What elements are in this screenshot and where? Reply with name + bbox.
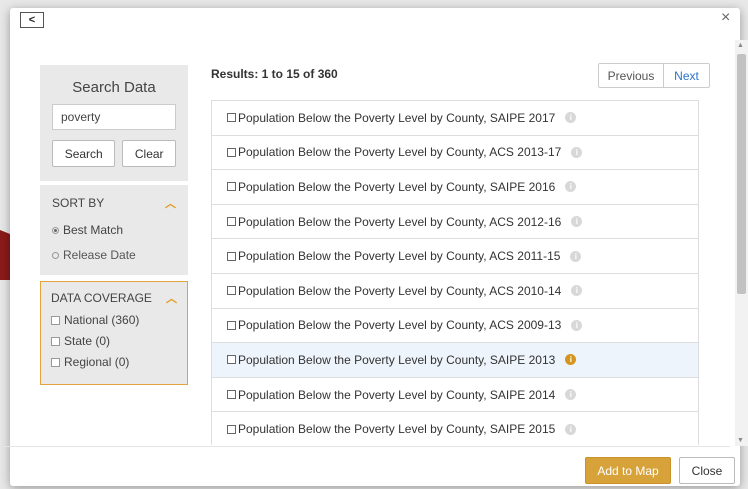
scroll-down-icon[interactable]: ▼ <box>737 437 744 444</box>
coverage-option-label: National (360) <box>64 313 140 327</box>
checkbox[interactable] <box>227 424 236 434</box>
info-icon[interactable]: i <box>565 354 577 366</box>
list-item[interactable]: Population Below the Poverty Level by Co… <box>211 101 699 136</box>
radio-selected-icon[interactable] <box>52 226 59 234</box>
list-item[interactable]: Population Below the Poverty Level by Co… <box>211 239 699 274</box>
sort-option-label: Release Date <box>63 248 136 262</box>
list-item[interactable]: Population Below the Poverty Level by Co… <box>211 377 699 413</box>
result-label: Population Below the Poverty Level by Co… <box>238 179 556 194</box>
search-section: Search Data Search Clear <box>40 65 188 181</box>
previous-button[interactable]: Previous <box>598 63 664 88</box>
checkbox[interactable] <box>227 182 236 192</box>
close-icon[interactable]: × <box>721 10 730 26</box>
coverage-option-label: Regional (0) <box>64 355 130 369</box>
list-item[interactable]: Population Below the Poverty Level by Co… <box>211 412 699 445</box>
result-label: Population Below the Poverty Level by Co… <box>238 318 562 333</box>
list-item[interactable]: Population Below the Poverty Level by Co… <box>211 308 699 344</box>
result-label: Population Below the Poverty Level by Co… <box>238 387 556 402</box>
add-to-map-button[interactable]: Add to Map <box>585 457 671 484</box>
coverage-header[interactable]: DATA COVERAGE ︿ <box>51 290 177 306</box>
results-list: Population Below the Poverty Level by Co… <box>211 100 699 445</box>
checkbox[interactable] <box>51 357 60 367</box>
list-item[interactable]: Population Below the Poverty Level by Co… <box>211 170 699 205</box>
search-input[interactable] <box>52 104 176 130</box>
search-title: Search Data <box>72 79 156 96</box>
checkbox[interactable] <box>227 217 236 227</box>
search-button-row: Search Clear <box>52 140 176 167</box>
checkbox[interactable] <box>51 336 60 346</box>
info-icon[interactable]: i <box>565 389 577 401</box>
info-icon[interactable]: i <box>570 250 582 262</box>
list-item[interactable]: Population Below the Poverty Level by Co… <box>211 135 699 171</box>
data-coverage-section: DATA COVERAGE ︿ National (360) State (0)… <box>40 281 188 385</box>
sort-section: SORT BY ︿ Best Match Release Date <box>40 185 188 275</box>
list-item-highlighted[interactable]: Population Below the Poverty Level by Co… <box>211 343 699 378</box>
chevron-up-icon[interactable]: ︿ <box>165 195 176 211</box>
clear-button[interactable]: Clear <box>122 140 176 167</box>
pagination: Previous Next <box>598 63 710 88</box>
result-label: Population Below the Poverty Level by Co… <box>238 145 562 160</box>
scrollbar[interactable]: ▲ ▼ <box>735 40 748 446</box>
checkbox[interactable] <box>227 286 236 296</box>
checkbox[interactable] <box>51 315 60 325</box>
info-icon[interactable]: i <box>571 216 583 228</box>
checkbox[interactable] <box>227 320 236 330</box>
coverage-option-regional[interactable]: Regional (0) <box>51 355 177 369</box>
sort-option-release-date[interactable]: Release Date <box>52 248 176 262</box>
result-label: Population Below the Poverty Level by Co… <box>238 110 556 125</box>
info-icon[interactable]: i <box>571 285 583 297</box>
result-label: Population Below the Poverty Level by Co… <box>238 249 561 264</box>
sort-heading: SORT BY <box>52 196 105 210</box>
info-icon[interactable]: i <box>571 146 583 158</box>
checkbox[interactable] <box>227 251 236 261</box>
result-label: Population Below the Poverty Level by Co… <box>238 283 562 298</box>
result-label: Population Below the Poverty Level by Co… <box>238 422 556 437</box>
list-item[interactable]: Population Below the Poverty Level by Co… <box>211 273 699 309</box>
chevron-up-icon[interactable]: ︿ <box>166 290 177 306</box>
info-icon[interactable]: i <box>565 181 577 193</box>
info-icon[interactable]: i <box>565 112 577 124</box>
scrollbar-thumb[interactable] <box>737 54 746 294</box>
back-button[interactable]: < <box>20 12 44 28</box>
checkbox[interactable] <box>227 355 236 365</box>
info-icon[interactable]: i <box>565 423 577 435</box>
result-label: Population Below the Poverty Level by Co… <box>238 352 556 367</box>
sort-option-label: Best Match <box>63 223 124 237</box>
scroll-up-icon[interactable]: ▲ <box>737 42 744 49</box>
filter-panel: Search Data Search Clear SORT BY ︿ Best … <box>40 65 188 385</box>
chevron-left-icon: < <box>28 14 36 26</box>
coverage-option-label: State (0) <box>64 334 111 348</box>
coverage-heading: DATA COVERAGE <box>51 291 152 305</box>
results-summary: Results: 1 to 15 of 360 <box>211 67 338 81</box>
checkbox[interactable] <box>227 147 236 157</box>
sort-header[interactable]: SORT BY ︿ <box>52 195 176 211</box>
coverage-option-national[interactable]: National (360) <box>51 313 177 327</box>
close-button[interactable]: Close <box>679 457 735 484</box>
checkbox[interactable] <box>227 390 236 400</box>
checkbox[interactable] <box>227 113 236 123</box>
info-icon[interactable]: i <box>571 319 583 331</box>
list-item[interactable]: Population Below the Poverty Level by Co… <box>211 204 699 240</box>
next-button[interactable]: Next <box>664 63 710 88</box>
search-button[interactable]: Search <box>52 140 116 167</box>
sort-option-best-match[interactable]: Best Match <box>52 223 176 237</box>
radio-icon[interactable] <box>52 251 59 259</box>
result-label: Population Below the Poverty Level by Co… <box>238 214 562 229</box>
coverage-option-state[interactable]: State (0) <box>51 334 177 348</box>
